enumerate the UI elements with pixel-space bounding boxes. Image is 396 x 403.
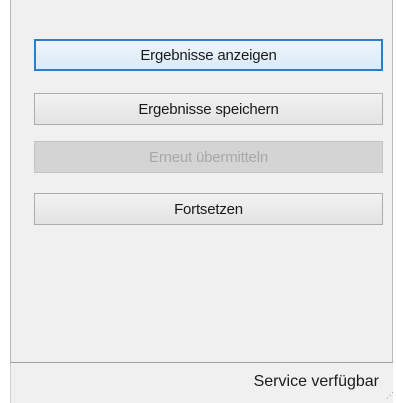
service-status-text: Service verfügbar bbox=[253, 373, 379, 390]
show-results-button[interactable]: Ergebnisse anzeigen bbox=[34, 39, 383, 71]
continue-button[interactable]: Fortsetzen bbox=[34, 193, 383, 225]
status-bar: Service verfügbar ⋰ bbox=[10, 363, 394, 403]
resize-grip-icon[interactable]: ⋰ bbox=[386, 392, 394, 400]
resubmit-button: Erneut übermitteln bbox=[34, 141, 383, 173]
save-results-button[interactable]: Ergebnisse speichern bbox=[34, 93, 383, 125]
results-panel: Ergebnisse anzeigen Ergebnisse speichern… bbox=[10, 0, 393, 363]
